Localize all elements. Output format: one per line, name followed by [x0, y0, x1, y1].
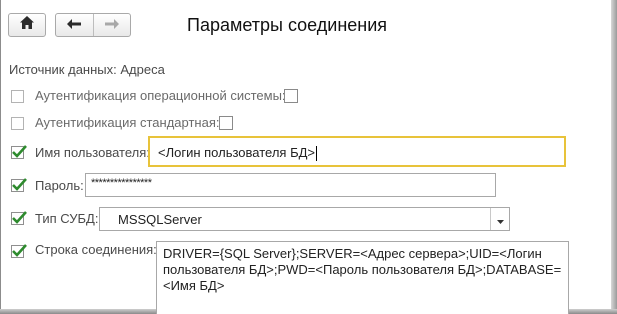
data-source-row: Источник данных: Адреса [9, 62, 165, 77]
password-label: Пароль: [35, 178, 84, 193]
os-auth-checkbox[interactable] [284, 89, 298, 103]
password-enable-checkbox[interactable] [11, 178, 27, 192]
home-button[interactable] [8, 13, 46, 37]
check-mark-icon [12, 244, 27, 257]
history-nav-group [55, 13, 131, 37]
chevron-down-icon [496, 212, 504, 227]
connection-string-value: DRIVER={SQL Server};SERVER=<Адрес сервер… [163, 246, 562, 293]
dbms-type-enable-checkbox[interactable] [11, 211, 27, 225]
username-input[interactable]: <Логин пользователя БД> [148, 136, 566, 167]
password-value: **************** [91, 177, 152, 189]
username-enable-checkbox[interactable] [11, 145, 27, 159]
std-auth-checkbox[interactable] [219, 116, 233, 130]
connection-string-enable-checkbox[interactable] [11, 244, 27, 258]
page-title: Параметры соединения [187, 15, 388, 35]
password-input[interactable]: **************** [85, 173, 496, 197]
connection-string-input[interactable]: DRIVER={SQL Server};SERVER=<Адрес сервер… [156, 241, 569, 314]
dbms-type-dropdown-button[interactable] [490, 208, 509, 230]
dbms-type-value: MSSQLServer [118, 212, 202, 227]
dbms-type-select[interactable]: MSSQLServer [99, 207, 510, 231]
window-right-edge [611, 0, 617, 314]
text-caret [316, 146, 318, 162]
username-value: <Логин пользователя БД> [158, 145, 316, 160]
std-auth-enable-checkbox[interactable] [11, 117, 24, 130]
std-auth-label: Аутентификация стандартная: [35, 115, 220, 130]
connection-string-label: Строка соединения: [35, 242, 157, 257]
back-button[interactable] [56, 14, 93, 36]
data-source-label: Источник данных: [9, 62, 117, 77]
data-source-value: Адреса [120, 62, 165, 77]
home-icon [20, 16, 34, 34]
arrow-right-icon [104, 16, 119, 34]
forward-button[interactable] [93, 14, 130, 36]
os-auth-label: Аутентификация операционной системы: [35, 88, 286, 103]
check-mark-icon [12, 211, 27, 224]
username-label: Имя пользователя: [35, 145, 150, 160]
check-mark-icon [12, 178, 27, 191]
arrow-left-icon [67, 16, 82, 34]
check-mark-icon [12, 145, 27, 158]
os-auth-enable-checkbox[interactable] [11, 90, 24, 103]
dbms-type-label: Тип СУБД: [35, 211, 99, 226]
